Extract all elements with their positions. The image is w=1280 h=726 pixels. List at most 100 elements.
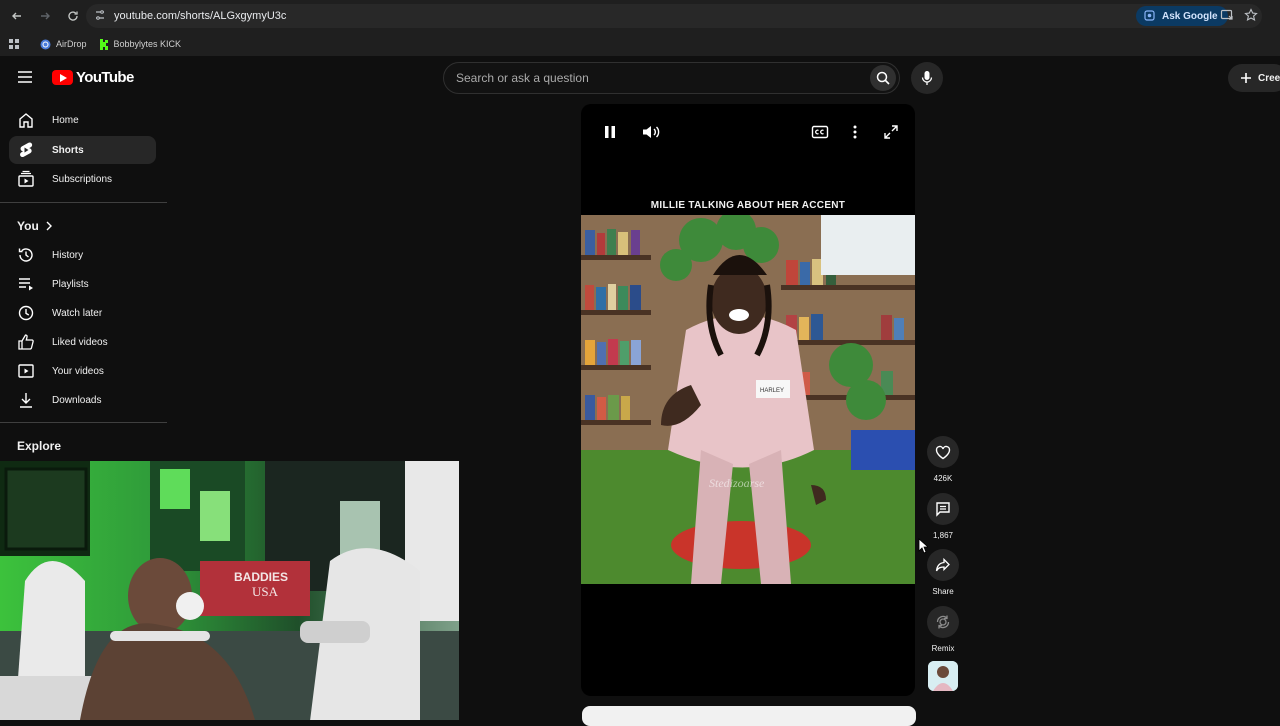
mouse-cursor-icon	[918, 538, 930, 559]
your-videos-icon	[17, 362, 35, 380]
share-label: Share	[932, 587, 954, 596]
youtube-header: YouTube Cree	[0, 56, 1280, 100]
sidebar-item-label: Liked videos	[52, 336, 108, 348]
sidebar-item-label: Downloads	[52, 394, 102, 406]
usa-sign-text: USA	[252, 584, 279, 599]
back-icon[interactable]	[4, 3, 30, 29]
microphone-icon	[921, 70, 933, 86]
search-input[interactable]	[456, 63, 856, 93]
more-options-icon[interactable]	[851, 124, 859, 145]
reload-icon[interactable]	[60, 3, 86, 29]
youtube-logo[interactable]: YouTube	[52, 69, 134, 86]
video-watermark-text: Stedizoarse	[709, 476, 765, 490]
comment-action: 1,867	[926, 493, 960, 540]
install-app-icon[interactable]	[1220, 8, 1234, 27]
sidebar-item-label: History	[52, 249, 84, 261]
sidebar-item-home[interactable]: Home	[9, 106, 156, 134]
nametag-text: HARLEY	[760, 388, 784, 394]
sidebar-item-downloads[interactable]: Downloads	[9, 386, 156, 414]
url-text: youtube.com/shorts/ALGxgymyU3c	[114, 10, 287, 22]
search-icon	[876, 71, 890, 85]
plus-icon	[1240, 72, 1252, 84]
comment-icon	[935, 501, 951, 517]
create-button[interactable]: Cree	[1228, 64, 1280, 92]
airdrop-icon	[40, 39, 51, 50]
you-section-heading[interactable]: You	[17, 219, 53, 233]
like-count: 426K	[933, 474, 953, 483]
sidebar-item-subscriptions[interactable]: Subscriptions	[9, 165, 156, 193]
remix-icon	[935, 614, 951, 630]
video-frame: HARLEY Stedizoarse	[581, 215, 915, 584]
logo-text: YouTube	[76, 69, 134, 86]
watch-later-icon	[17, 304, 35, 322]
explore-heading-label: Explore	[17, 439, 62, 453]
history-icon	[17, 246, 35, 264]
sidebar-divider	[0, 422, 167, 423]
chevron-right-icon	[45, 221, 53, 231]
sidebar-item-history[interactable]: History	[9, 241, 156, 269]
forward-icon[interactable]	[32, 3, 58, 29]
ask-google-label: Ask Google	[1162, 10, 1218, 22]
share-button[interactable]	[927, 549, 959, 581]
search-button[interactable]	[870, 65, 896, 91]
sidebar-item-label: Shorts	[52, 144, 84, 156]
you-heading-label: You	[17, 219, 39, 233]
captions-icon[interactable]	[811, 124, 829, 145]
video-still-image: HARLEY Stedizoarse	[581, 215, 915, 584]
fullscreen-icon[interactable]	[883, 124, 899, 145]
site-info-icon[interactable]	[94, 9, 106, 21]
short-title: MILLIE TALKING ABOUT HER ACCENT	[650, 200, 846, 211]
sidebar-divider	[0, 202, 167, 203]
sidebar-item-playlists[interactable]: Playlists	[9, 270, 156, 298]
home-icon	[17, 111, 35, 129]
remix-action: Remix	[926, 606, 960, 653]
webcam-feed-image: BADDIES USA	[0, 461, 459, 720]
next-short-preview[interactable]	[582, 706, 916, 726]
sidebar: Home Shorts Subscriptions You History Pl…	[0, 100, 167, 462]
bookmark-kick[interactable]: Bobbylytes KICK	[99, 38, 182, 50]
bookmark-airdrop[interactable]: AirDrop	[40, 39, 87, 50]
sidebar-item-label: Your videos	[52, 365, 104, 377]
comment-count: 1,867	[932, 531, 954, 540]
volume-icon[interactable]	[641, 124, 661, 145]
browser-toolbar: youtube.com/shorts/ALGxgymyU3c Ask Googl…	[0, 0, 1280, 32]
audio-source-thumbnail[interactable]	[928, 661, 958, 691]
apps-grid-icon[interactable]	[9, 38, 20, 50]
search-box	[443, 62, 900, 94]
sidebar-item-label: Subscriptions	[52, 173, 113, 185]
baddies-sign-text: BADDIES	[234, 570, 288, 584]
youtube-play-logo-icon	[52, 70, 73, 85]
address-bar[interactable]: youtube.com/shorts/ALGxgymyU3c Ask Googl…	[86, 4, 1262, 28]
sidebar-item-shorts[interactable]: Shorts	[9, 136, 156, 164]
pause-icon[interactable]	[603, 124, 617, 145]
like-button[interactable]	[927, 436, 959, 468]
explore-section-heading: Explore	[17, 439, 61, 453]
remix-label: Remix	[931, 644, 955, 653]
playlists-icon	[17, 275, 35, 293]
sidebar-item-watch-later[interactable]: Watch later	[9, 299, 156, 327]
shorts-icon	[17, 141, 35, 159]
create-label: Cree	[1258, 72, 1280, 84]
comments-button[interactable]	[927, 493, 959, 525]
downloads-icon	[17, 391, 35, 409]
share-icon	[935, 557, 951, 573]
bookmark-star-icon[interactable]	[1244, 8, 1258, 27]
kick-icon	[99, 38, 109, 50]
ask-google-button[interactable]: Ask Google	[1136, 6, 1228, 26]
shorts-player[interactable]: MILLIE TALKING ABOUT HER ACCENT HARLEY S…	[581, 104, 915, 696]
sidebar-item-your-videos[interactable]: Your videos	[9, 357, 156, 385]
share-action: Share	[926, 549, 960, 596]
heart-icon	[935, 445, 951, 460]
sidebar-item-liked-videos[interactable]: Liked videos	[9, 328, 156, 356]
bookmark-label: Bobbylytes KICK	[113, 39, 182, 49]
voice-search-button[interactable]	[911, 62, 943, 94]
bookmark-label: AirDrop	[56, 39, 87, 49]
sidebar-item-label: Playlists	[52, 278, 89, 290]
menu-icon[interactable]	[17, 70, 33, 84]
sidebar-item-label: Home	[52, 114, 79, 126]
webcam-overlay: BADDIES USA	[0, 461, 459, 720]
subscriptions-icon	[17, 170, 35, 188]
liked-videos-icon	[17, 333, 35, 351]
remix-button[interactable]	[927, 606, 959, 638]
audio-thumbnail-image	[928, 661, 958, 691]
